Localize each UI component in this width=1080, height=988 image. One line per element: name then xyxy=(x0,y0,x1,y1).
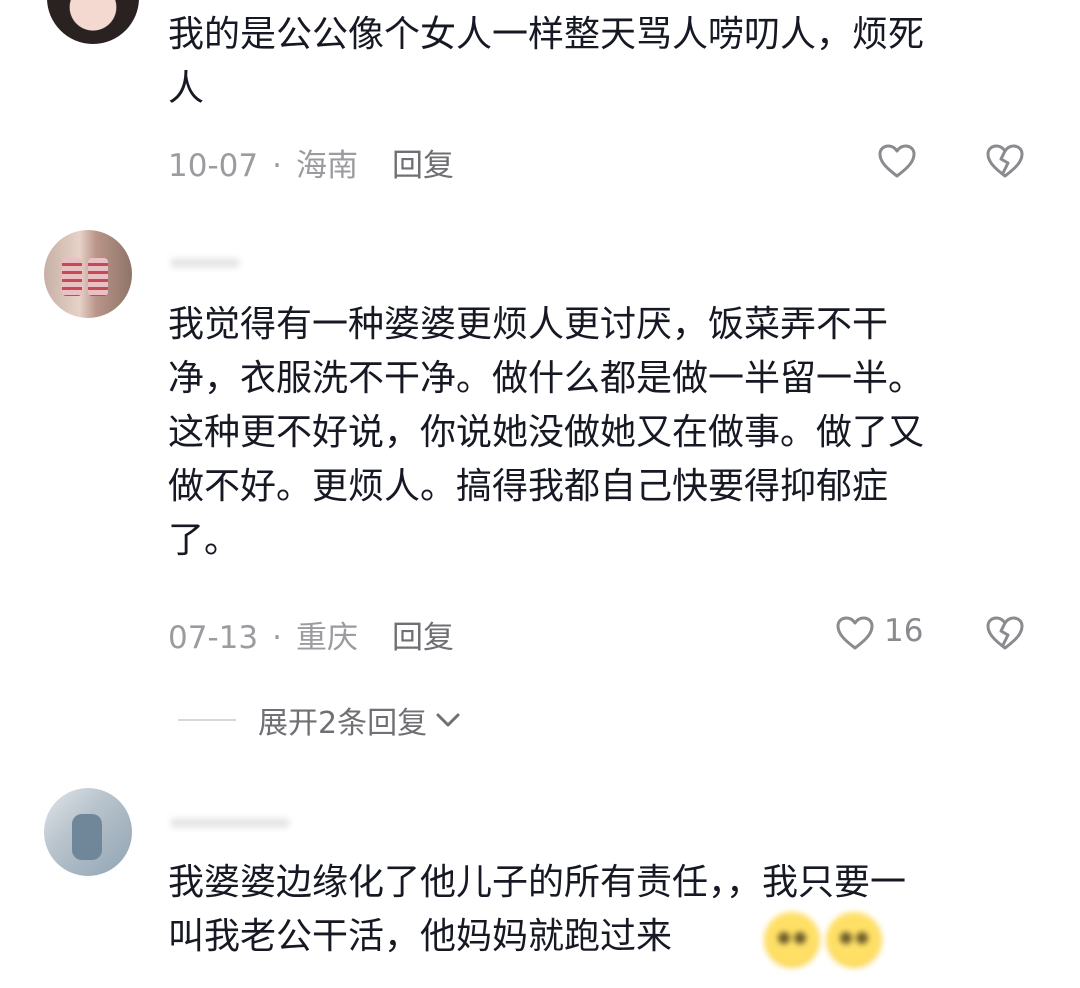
comment-meta: 07-13 · 重庆 回复 xyxy=(168,612,454,657)
comment-meta: 10-07 · 海南 回复 xyxy=(168,140,454,185)
avatar-image-detail xyxy=(72,814,102,860)
comment-text: 我婆婆边缘化了他儿子的所有责任，，我只要一 叫我老公干活，他妈妈就跑过来 xyxy=(168,856,1028,964)
meta-separator: · xyxy=(272,148,282,184)
avatar-image-detail xyxy=(62,258,82,296)
broken-heart-icon[interactable] xyxy=(982,138,1028,184)
comment-text: 我觉得有一种婆婆更烦人更讨厌，饭菜弄不干 净，衣服洗不干净。做什么都是做一半留一… xyxy=(168,298,1028,568)
heart-outline-icon[interactable] xyxy=(874,138,920,184)
chevron-down-icon xyxy=(435,711,461,729)
comment-location: 重庆 xyxy=(295,620,358,656)
like-count: 16 xyxy=(884,613,924,649)
divider xyxy=(178,719,236,721)
username-blurred[interactable] xyxy=(170,258,240,268)
avatar[interactable] xyxy=(47,0,139,44)
avatar[interactable] xyxy=(44,230,132,318)
emoji-icon xyxy=(764,912,820,968)
comment-text-line: 我婆婆边缘化了他儿子的所有责任，，我只要一 xyxy=(168,862,907,903)
reply-button[interactable]: 回复 xyxy=(392,148,454,184)
broken-heart-icon[interactable] xyxy=(982,610,1028,656)
comment-text-line: 了。 xyxy=(168,520,241,561)
comment-text-line: 这种更不好说，你说她没做她又在做事。做了又 xyxy=(168,412,925,453)
avatar[interactable] xyxy=(44,788,132,876)
comment-text-line: 我觉得有一种婆婆更烦人更讨厌，饭菜弄不干 xyxy=(168,304,889,345)
comment-text-line: 净，衣服洗不干净。做什么都是做一半留一半。 xyxy=(168,358,925,399)
meta-separator: · xyxy=(272,620,282,656)
comment-text: 我的是公公像个女人一样整天骂人唠叨人，烦死 人 xyxy=(168,8,1028,116)
avatar-image-detail xyxy=(88,258,108,296)
comment-location: 海南 xyxy=(295,148,358,184)
heart-outline-icon[interactable] xyxy=(832,610,878,656)
comment-text-line: 我的是公公像个女人一样整天骂人唠叨人，烦死 xyxy=(168,14,925,55)
comment-date: 10-07 xyxy=(168,148,259,184)
comment-text-line: 人 xyxy=(168,68,205,109)
comment-text-line: 叫我老公干活，他妈妈就跑过来 xyxy=(168,916,673,957)
username-blurred[interactable] xyxy=(170,818,290,828)
expand-replies-button[interactable]: 展开2条回复 xyxy=(178,698,461,742)
reply-button[interactable]: 回复 xyxy=(392,620,454,656)
comment-text-line: 做不好。更烦人。搞得我都自己快要得抑郁症 xyxy=(168,466,889,507)
expand-replies-label: 展开2条回复 xyxy=(258,706,428,741)
emoji-icon xyxy=(826,912,882,968)
comment-date: 07-13 xyxy=(168,620,259,656)
